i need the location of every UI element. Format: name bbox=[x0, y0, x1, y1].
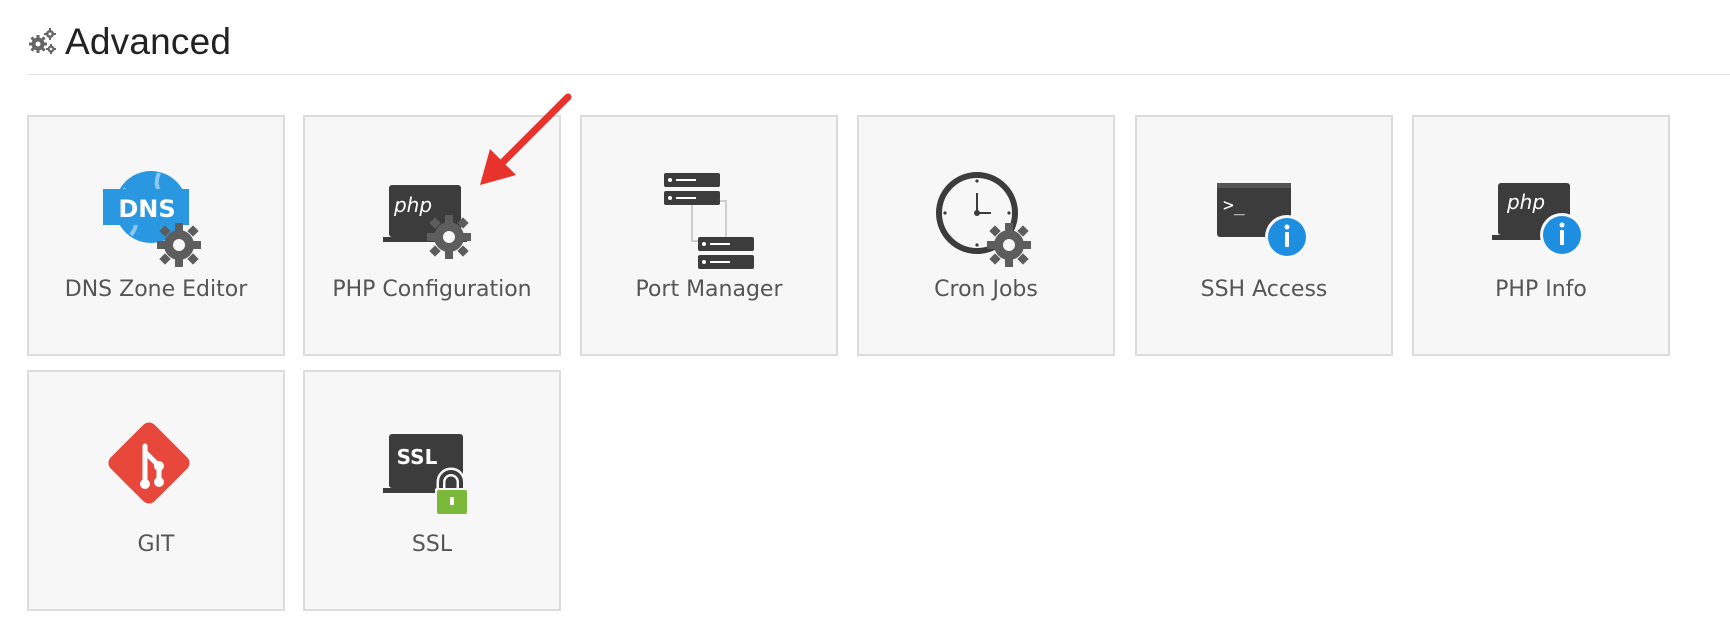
tile-php-configuration[interactable]: php PHP Configuration bbox=[303, 115, 561, 356]
clock-gear-icon bbox=[931, 167, 1041, 277]
section-title: Advanced bbox=[65, 21, 232, 62]
tile-git[interactable]: GIT bbox=[27, 370, 285, 611]
dns-gear-icon: DNS bbox=[101, 167, 211, 277]
section-header: Advanced bbox=[27, 14, 231, 70]
tile-port-manager[interactable]: Port Manager bbox=[580, 115, 838, 356]
prompt-text: >_ bbox=[1223, 195, 1245, 216]
tile-label: Cron Jobs bbox=[934, 277, 1038, 302]
gears-icon bbox=[27, 27, 57, 57]
terminal-info-icon: >_ bbox=[1209, 167, 1319, 277]
tile-label: GIT bbox=[137, 532, 175, 557]
tile-label: SSL bbox=[411, 532, 453, 557]
tile-label: Port Manager bbox=[635, 277, 783, 302]
servers-icon bbox=[654, 167, 764, 277]
tile-label: SSH Access bbox=[1200, 277, 1328, 302]
php-info-icon: php bbox=[1486, 167, 1596, 277]
dns-text: DNS bbox=[118, 195, 175, 223]
tile-dns-zone-editor[interactable]: DNS DNS Zone Editor bbox=[27, 115, 285, 356]
tile-label: PHP Configuration bbox=[332, 277, 532, 302]
php-text: php bbox=[1506, 190, 1545, 214]
tile-ssl[interactable]: SSL SSL bbox=[303, 370, 561, 611]
tile-php-info[interactable]: php PHP Info bbox=[1412, 115, 1670, 356]
php-text: php bbox=[393, 193, 432, 217]
tile-ssh-access[interactable]: >_ SSH Access bbox=[1135, 115, 1393, 356]
tile-label: DNS Zone Editor bbox=[64, 277, 248, 302]
tile-cron-jobs[interactable]: Cron Jobs bbox=[857, 115, 1115, 356]
git-icon bbox=[101, 422, 211, 532]
php-gear-icon: php bbox=[377, 167, 487, 277]
header-divider bbox=[27, 74, 1730, 75]
ssl-lock-icon: SSL bbox=[377, 422, 487, 532]
ssl-text: SSL bbox=[397, 445, 438, 469]
tile-label: PHP Info bbox=[1495, 277, 1587, 302]
